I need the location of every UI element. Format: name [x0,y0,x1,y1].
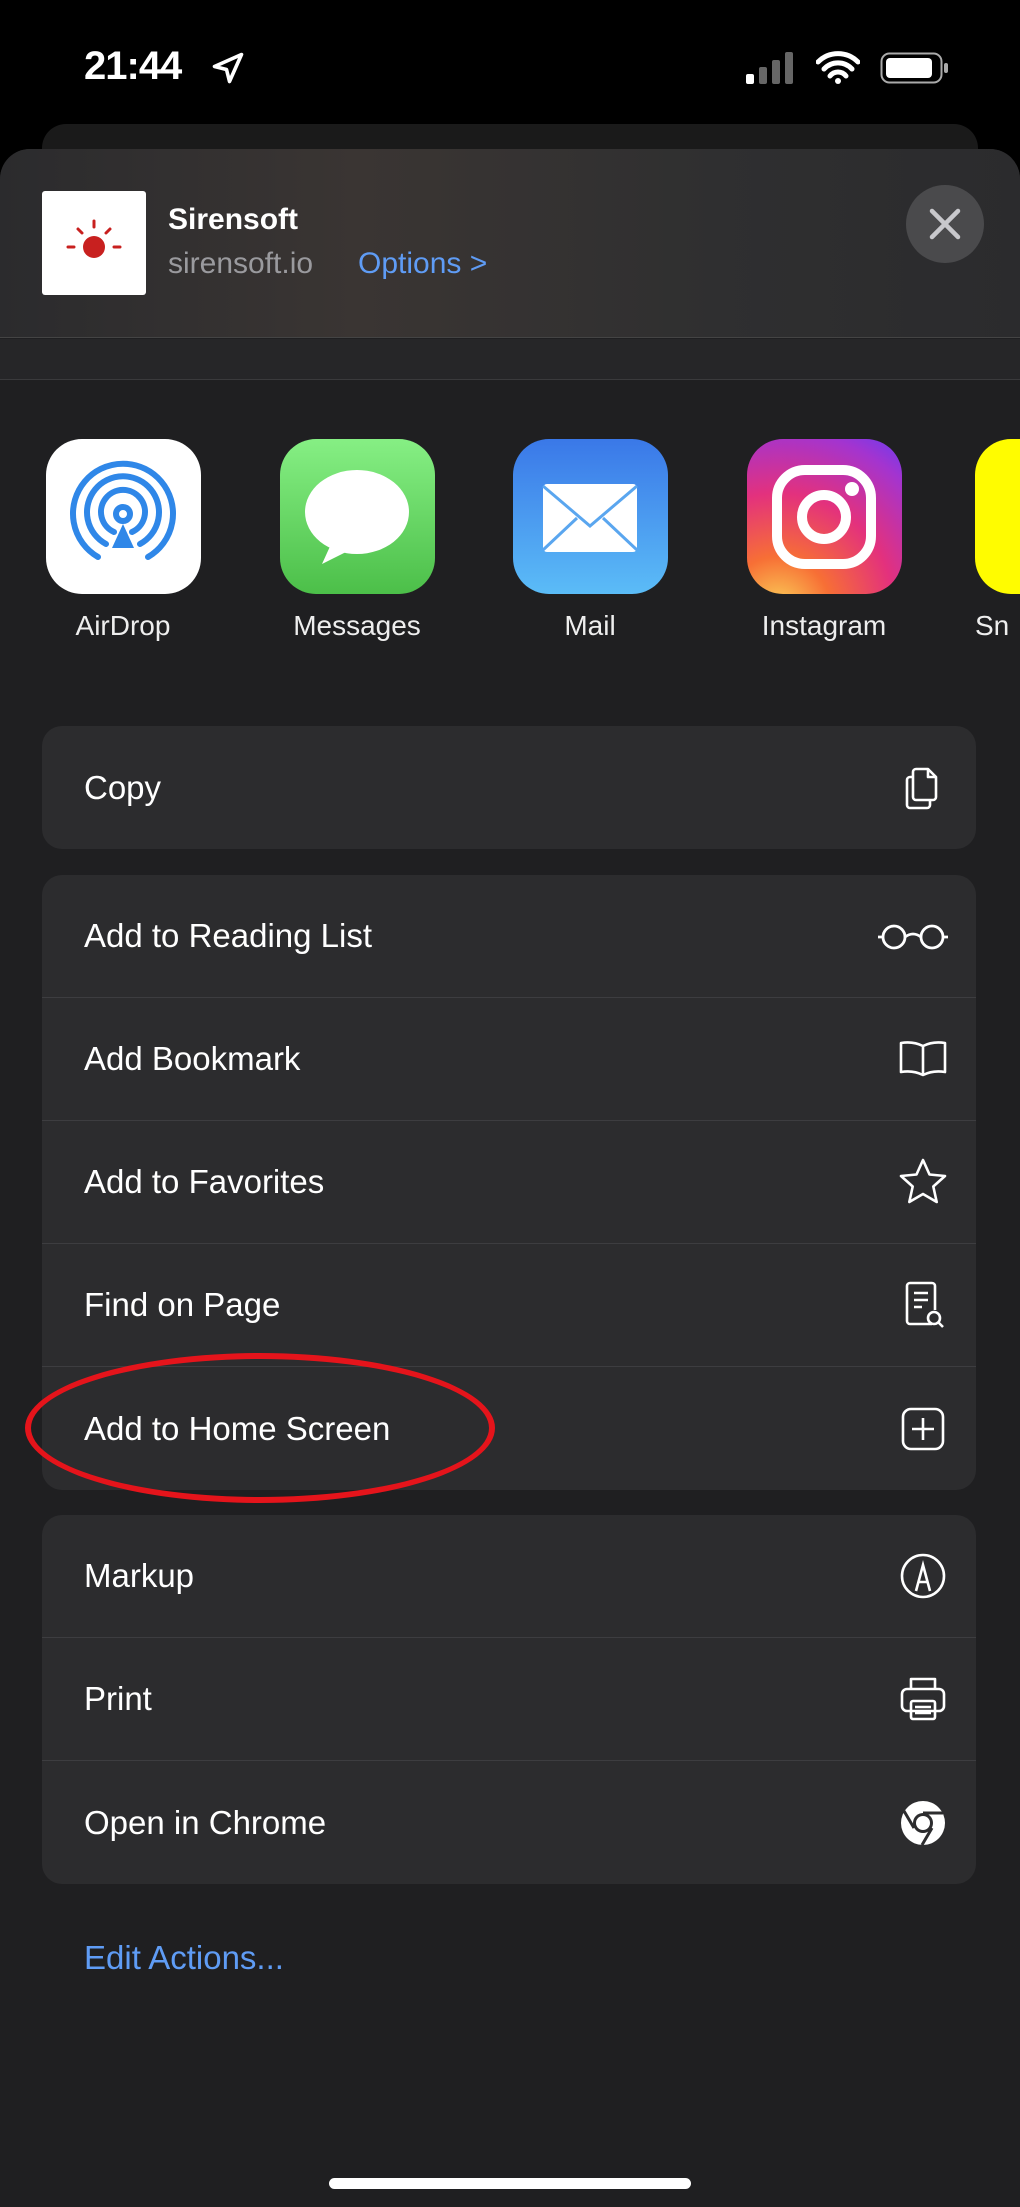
copy-icon [905,767,938,809]
airdrop-icon [45,439,201,594]
app-airdrop[interactable]: AirDrop [40,439,206,642]
action-label: Markup [84,1557,195,1594]
glasses-icon [878,924,948,950]
action-add-to-home-screen[interactable]: Add to Home Screen [42,1367,976,1490]
cellular-signal-icon [746,52,793,84]
home-indicator[interactable] [329,2178,691,2189]
printer-icon [900,1677,946,1721]
siren-icon [66,219,122,258]
action-add-to-reading-list[interactable]: Add to Reading List [42,875,976,998]
app-row: AirDrop Messages Mail Instagram Sn [0,439,1020,642]
site-title: Sirensoft [168,203,299,236]
app-mail[interactable]: Mail [507,439,673,642]
app-label: Instagram [761,610,887,641]
app-snapchat[interactable]: Sn [975,439,1020,642]
action-label: Add to Home Screen [84,1409,391,1447]
action-label: Add Bookmark [84,1040,301,1077]
chevron-right-icon: > [469,247,488,280]
instagram-icon [746,439,902,594]
action-markup[interactable]: Markup [42,1515,976,1638]
chrome-icon [901,1800,945,1846]
action-copy[interactable]: Copy [42,726,976,849]
options-label: Options [358,247,462,280]
app-instagram[interactable]: Instagram [741,439,907,642]
action-add-bookmark[interactable]: Add Bookmark [42,998,976,1121]
star-icon [899,1158,947,1204]
status-time: 21:44 [84,44,182,88]
site-domain: sirensoft.io [168,247,314,280]
action-open-in-chrome[interactable]: Open in Chrome [42,1761,976,1884]
action-group-other: Markup Print Open in Chrome [42,1515,976,1884]
messages-icon [279,439,435,594]
action-label: Copy [84,768,162,806]
status-bar: 21:44 [0,0,1020,124]
action-label: Find on Page [84,1286,281,1323]
plus-square-icon [901,1407,945,1450]
action-label: Open in Chrome [84,1803,327,1841]
action-label: Print [84,1680,152,1717]
app-label: Mail [564,610,616,641]
action-find-on-page[interactable]: Find on Page [42,1244,976,1367]
app-label: Messages [293,610,421,641]
action-print[interactable]: Print [42,1638,976,1761]
share-header: Sirensoft sirensoft.io Options > [0,149,1020,338]
action-label: Add to Favorites [84,1163,325,1200]
location-arrow-icon [212,52,244,84]
action-group-page: Add to Reading List Add Bookmark Add to … [42,875,976,1490]
app-label: AirDrop [75,610,171,641]
edit-actions-link[interactable]: Edit Actions... [84,1939,284,1977]
close-icon [929,208,961,240]
wifi-icon [816,51,860,84]
action-group-copy: Copy [42,726,976,849]
app-label: Sn [975,610,1010,641]
site-favicon [42,191,146,295]
action-add-to-favorites[interactable]: Add to Favorites [42,1121,976,1244]
mail-icon [512,439,668,594]
snapchat-icon [975,439,1020,594]
battery-icon [880,52,948,84]
options-button[interactable]: Options > [358,247,487,281]
people-suggestions-strip [0,339,1020,380]
action-label: Add to Reading List [84,917,373,954]
find-doc-icon [905,1281,944,1328]
app-messages[interactable]: Messages [274,439,440,642]
book-icon [899,1041,947,1077]
markup-icon [900,1553,946,1599]
close-button[interactable] [906,185,984,263]
share-sheet: Sirensoft sirensoft.io Options > AirDrop… [0,149,1020,2207]
